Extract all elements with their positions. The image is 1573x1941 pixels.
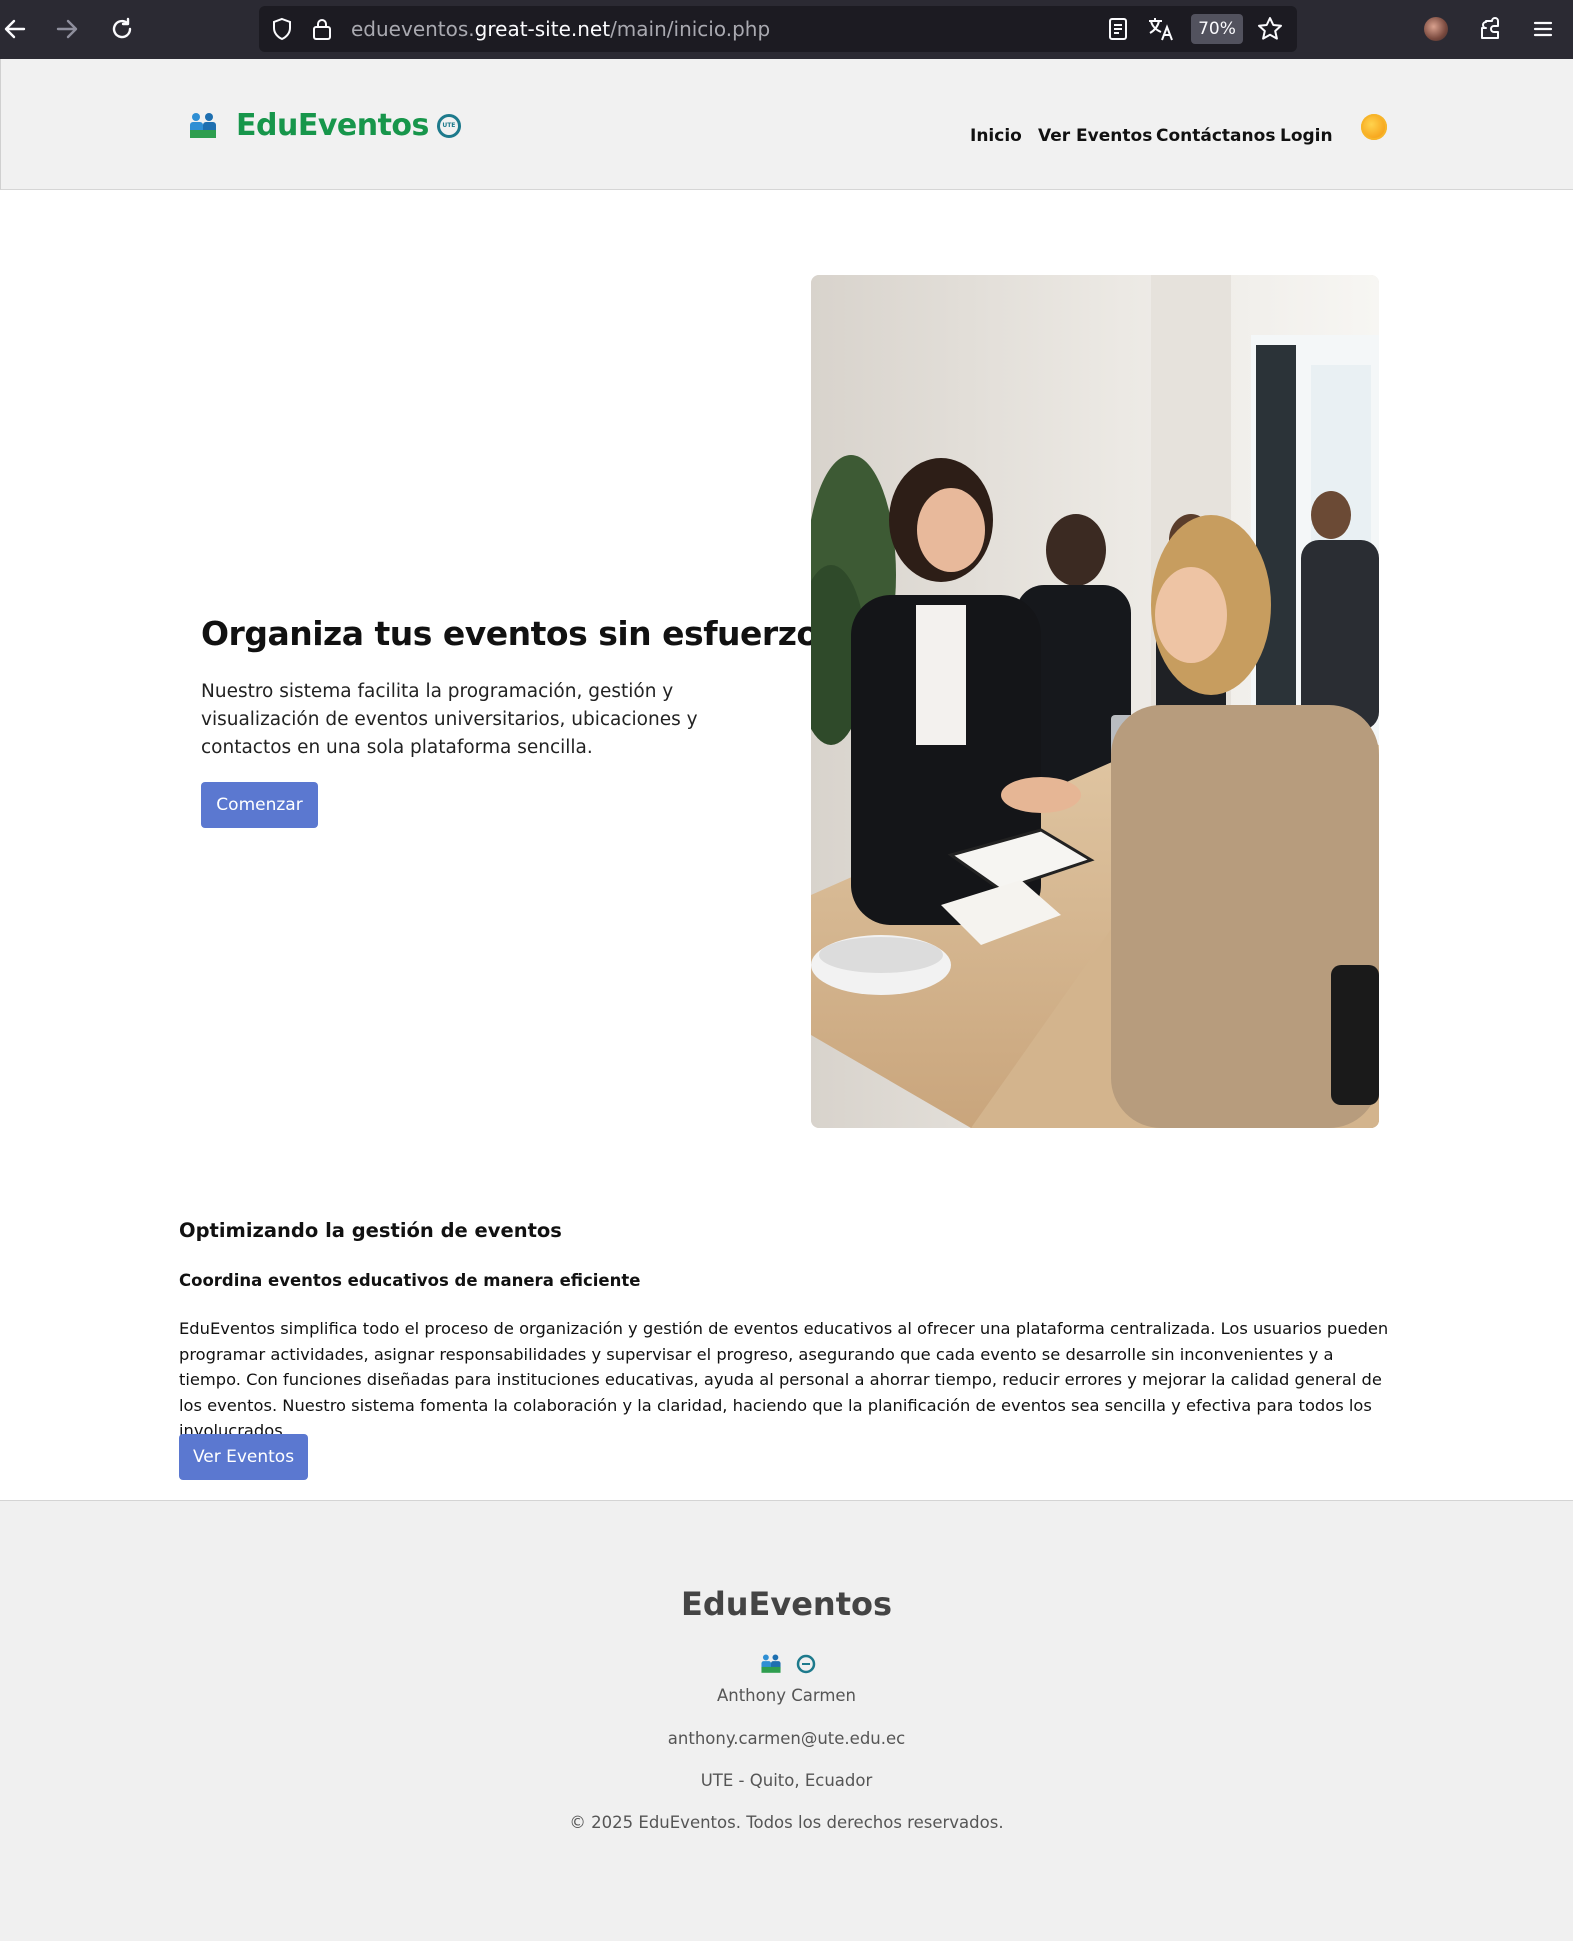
footer-email[interactable]: anthony.carmen@ute.edu.ec (0, 1729, 1573, 1748)
brand-name: EduEventos (236, 108, 429, 143)
nav-inicio[interactable]: Inicio (970, 126, 1022, 146)
reload-icon[interactable] (103, 10, 141, 48)
nav-login[interactable]: Login (1280, 126, 1333, 146)
people-logo-icon (190, 112, 216, 138)
hero-title: Organiza tus eventos sin esfuerzo (201, 614, 819, 653)
comenzar-button[interactable]: Comenzar (201, 782, 318, 828)
people-logo-icon (761, 1654, 781, 1673)
reader-view-icon[interactable] (1107, 17, 1129, 41)
bookmark-star-icon[interactable] (1257, 16, 1283, 42)
zoom-level[interactable]: 70% (1191, 14, 1243, 44)
address-bar[interactable]: edueventos.great-site.net/main/inicio.ph… (259, 6, 1297, 52)
footer-location: UTE - Quito, Ecuador (700, 1771, 873, 1790)
nav-ver-eventos[interactable]: Ver Eventos (1038, 126, 1152, 146)
section-body: EduEventos simplifica todo el proceso de… (179, 1319, 1389, 1440)
forward-icon[interactable] (48, 10, 86, 48)
menu-icon[interactable] (1524, 10, 1562, 48)
extensions-icon[interactable] (1471, 10, 1509, 48)
ver-eventos-button[interactable]: Ver Eventos (179, 1434, 308, 1480)
ute-badge-icon: UTE (436, 113, 461, 138)
hero-image (811, 275, 1379, 1128)
sun-icon[interactable] (1361, 114, 1387, 140)
translate-icon[interactable] (1147, 16, 1175, 42)
lock-icon[interactable] (311, 17, 333, 41)
nav-contactanos[interactable]: Contáctanos (1156, 126, 1275, 146)
footer-copyright: © 2025 EduEventos. Todos los derechos re… (569, 1813, 1004, 1832)
section-subtitle: Coordina eventos educativos de manera ef… (179, 1271, 641, 1290)
hero-description: Nuestro sistema facilita la programación… (201, 681, 698, 758)
section-title: Optimizando la gestión de eventos (179, 1219, 562, 1242)
footer-author: Anthony Carmen (716, 1686, 857, 1705)
back-icon[interactable] (0, 10, 34, 48)
url-text[interactable]: edueventos.great-site.net/main/inicio.ph… (351, 6, 770, 52)
brand-logo[interactable]: EduEventos UTE (188, 108, 461, 143)
browser-toolbar: edueventos.great-site.net/main/inicio.ph… (0, 0, 1573, 59)
site-header: EduEventos UTE Inicio Ver Eventos Contác… (0, 59, 1573, 190)
ute-logo-icon (796, 1654, 816, 1674)
account-avatar[interactable] (1424, 17, 1448, 41)
site-footer: EduEventos Anthony Carmen anthony.carmen… (0, 1500, 1573, 1941)
shield-icon[interactable] (270, 17, 294, 41)
footer-brand: EduEventos (680, 1585, 893, 1623)
footer-logos (760, 1653, 816, 1675)
